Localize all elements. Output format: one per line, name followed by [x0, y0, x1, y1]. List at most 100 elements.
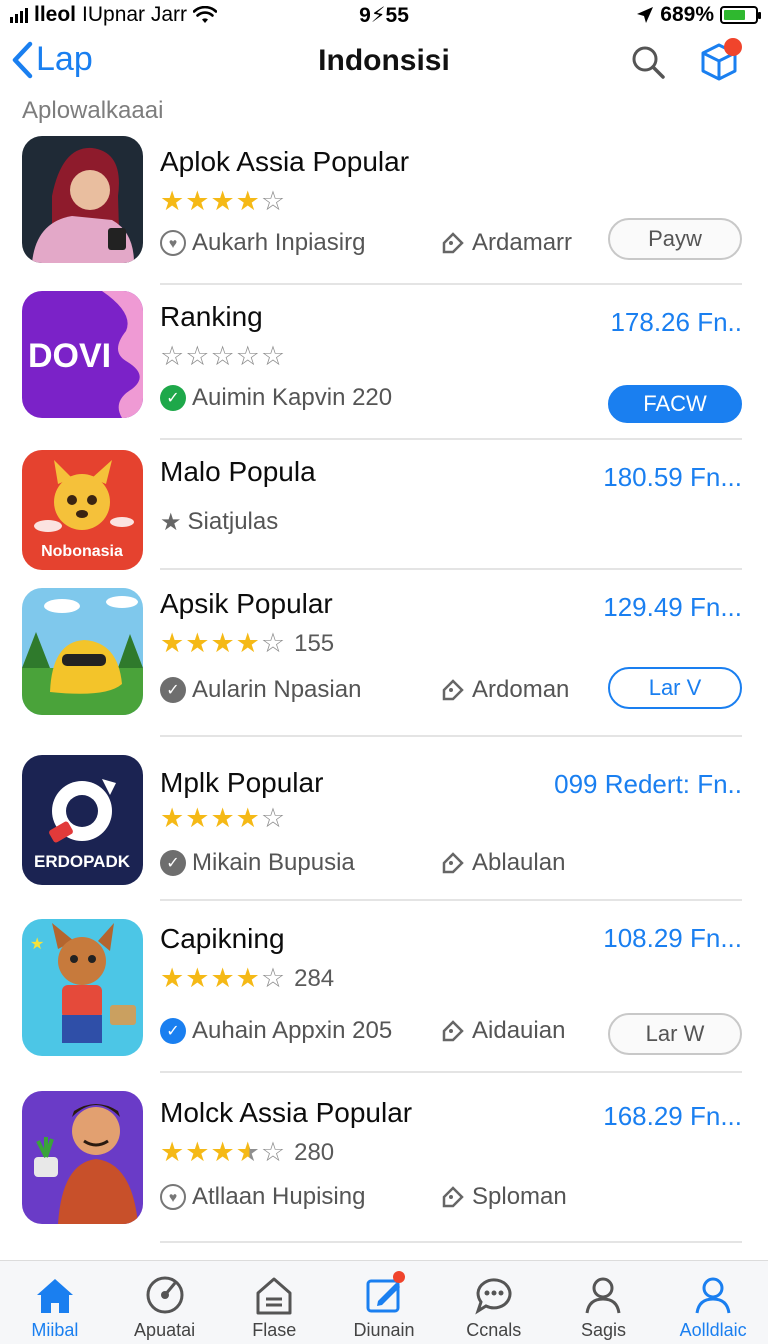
notification-dot: [724, 38, 742, 56]
cube-button[interactable]: [700, 38, 742, 87]
star-icon: ★: [185, 803, 211, 833]
svg-text:★: ★: [30, 936, 44, 953]
meta-secondary: Sploman: [440, 1183, 567, 1211]
app-name: Apsik Popular: [160, 588, 333, 619]
app-name: Malo Popula: [160, 456, 316, 487]
tab-flase[interactable]: Flase: [219, 1261, 329, 1344]
tab-ccnals[interactable]: Ccnals: [439, 1261, 549, 1344]
star-icon: ☆: [260, 1137, 287, 1167]
star-icon: ★: [160, 1137, 186, 1167]
disc-icon: [146, 1276, 184, 1314]
home-icon: [36, 1279, 73, 1313]
person-icon: [695, 1277, 731, 1314]
star-icon: ★: [185, 186, 211, 216]
status-bar: lleol IUpnar Jarr 9⚡55 689%: [0, 0, 768, 30]
star-icon: ★: [235, 628, 261, 658]
meta-secondary: Aidauian: [440, 1017, 565, 1045]
app-icon-label: DOVI: [28, 337, 111, 375]
app-icon: [22, 136, 143, 263]
tag-icon: [442, 679, 464, 701]
wifi-icon: [193, 6, 218, 23]
rating-count: 155: [294, 629, 335, 657]
list-item[interactable]: ERDOPADK Mplk Popular 099 Redert: Fn.. ★…: [0, 737, 768, 901]
app-name: Capikning: [160, 923, 285, 954]
meta-label-secondary: Ablaulan: [472, 849, 566, 876]
check-blue-icon: ✓: [160, 1018, 186, 1044]
meta-label-secondary: Ardoman: [472, 676, 570, 703]
tag-icon: [442, 232, 464, 254]
star-icon: ★: [160, 186, 186, 216]
list-item[interactable]: ★ Capikning 108.29 Fn... ★★★★☆ 284 ✓ Auhai…: [0, 901, 768, 1073]
star-rating: ☆☆☆☆☆: [160, 341, 286, 372]
tag-icon: [442, 1020, 464, 1042]
star-icon: ★: [160, 508, 182, 536]
tab-label: Aolldlaic: [679, 1320, 747, 1340]
star-icon: ★: [210, 1137, 236, 1167]
app-icon: ERDOPADK: [22, 755, 143, 885]
chevron-left-icon: [12, 41, 33, 78]
star-rating: ★★★★☆ 280: [160, 1137, 334, 1168]
star-icon: ★: [235, 803, 261, 833]
list-item[interactable]: Apsik Popular 129.49 Fn... ★★★★☆ 155 ✓ Aul…: [0, 570, 768, 737]
location-arrow-icon: [637, 7, 654, 23]
back-label: Lap: [36, 40, 93, 78]
app-price: 099 Redert: Fn..: [554, 769, 742, 799]
list-item[interactable]: Aplok Assia Popular ★★★★☆ ♥ Aukarh Inpias…: [0, 130, 768, 285]
star-icon: ☆: [260, 628, 287, 658]
list-item[interactable]: Nobonasia Malo Popula 180.59 Fn... ★ Siat…: [0, 440, 768, 570]
meta-label: Aularin Npasian: [192, 676, 362, 703]
list-item[interactable]: Molck Assia Popular 168.29 Fn... ★★★★☆ 28…: [0, 1073, 768, 1243]
app-icon: DOVI: [22, 291, 143, 418]
star-icon: ★: [235, 1137, 261, 1167]
meta-label: Auimin Kapvin 220: [192, 384, 393, 411]
tab-label: Sagis: [580, 1320, 626, 1340]
meta-info: ✓ Aularin Npasian: [160, 676, 361, 704]
app-icon: [22, 1091, 143, 1224]
app-meta: ♥ Atllaan Hupising Sploman: [160, 1179, 738, 1215]
meta-info: ♥ Atllaan Hupising: [160, 1183, 365, 1211]
app-name: Molck Assia Popular: [160, 1097, 413, 1128]
tab-diunain[interactable]: Diunain: [329, 1261, 439, 1344]
tab-apuatai[interactable]: Apuatai: [110, 1261, 220, 1344]
star-icon: ☆: [210, 341, 236, 371]
carrier-name: IUpnar Jarr: [82, 3, 188, 26]
tab-label: Miibal: [31, 1320, 79, 1340]
rating-count: 280: [294, 1138, 335, 1166]
app-name: Ranking: [160, 301, 263, 332]
house-outline-icon: [256, 1277, 292, 1315]
app-icon-label: ERDOPADK: [34, 852, 131, 871]
app-action-button[interactable]: Lar V: [608, 667, 742, 709]
app-meta: ✓ Mikain Bupusia Ablaulan: [160, 845, 738, 881]
meta-label-secondary: Aidauian: [472, 1017, 566, 1044]
app-action-button[interactable]: Lar W: [608, 1013, 742, 1055]
tab-sagis[interactable]: Sagis: [549, 1261, 659, 1344]
tab-label: Diunain: [353, 1320, 415, 1340]
status-left: lleol IUpnar Jarr: [10, 3, 310, 27]
section-label: Aplowalkaaai: [22, 97, 164, 124]
app-action-button[interactable]: FAСW: [608, 385, 742, 423]
star-icon: ☆: [260, 803, 287, 833]
meta-secondary: Ardamarr: [440, 229, 572, 257]
app-action-button[interactable]: Payw: [608, 218, 742, 260]
chat-bubble-icon: [474, 1278, 512, 1315]
meta-label-secondary: Ardamarr: [472, 229, 573, 256]
battery-icon: [720, 6, 761, 24]
tab-label: Ccnals: [466, 1320, 522, 1340]
star-icon: ★: [160, 803, 186, 833]
tab-home[interactable]: Miibal: [0, 1261, 110, 1344]
app-price: 108.29 Fn...: [603, 923, 742, 953]
tab-label: Flase: [252, 1320, 297, 1340]
back-button[interactable]: Lap: [10, 40, 93, 79]
list-item[interactable]: DOVI Ranking 178.26 Fn.. ☆☆☆☆☆ ✓ Auimin K…: [0, 285, 768, 440]
app-name: Mplk Popular: [160, 767, 324, 798]
app-price: 168.29 Fn...: [603, 1101, 742, 1131]
meta-info: ✓ Auhain Appxin 205: [160, 1017, 392, 1045]
battery-fill: [724, 10, 745, 20]
app-name: Aplok Assia Popular: [160, 146, 410, 177]
heart-icon: ♥: [160, 1184, 186, 1210]
meta-info: ✓ Mikain Bupusia: [160, 849, 355, 877]
tab-aolldlaic[interactable]: Aolldlaic: [658, 1261, 768, 1344]
star-icon: ★: [185, 628, 211, 658]
search-button[interactable]: [630, 44, 666, 85]
battery-percent: 689%: [660, 3, 714, 26]
